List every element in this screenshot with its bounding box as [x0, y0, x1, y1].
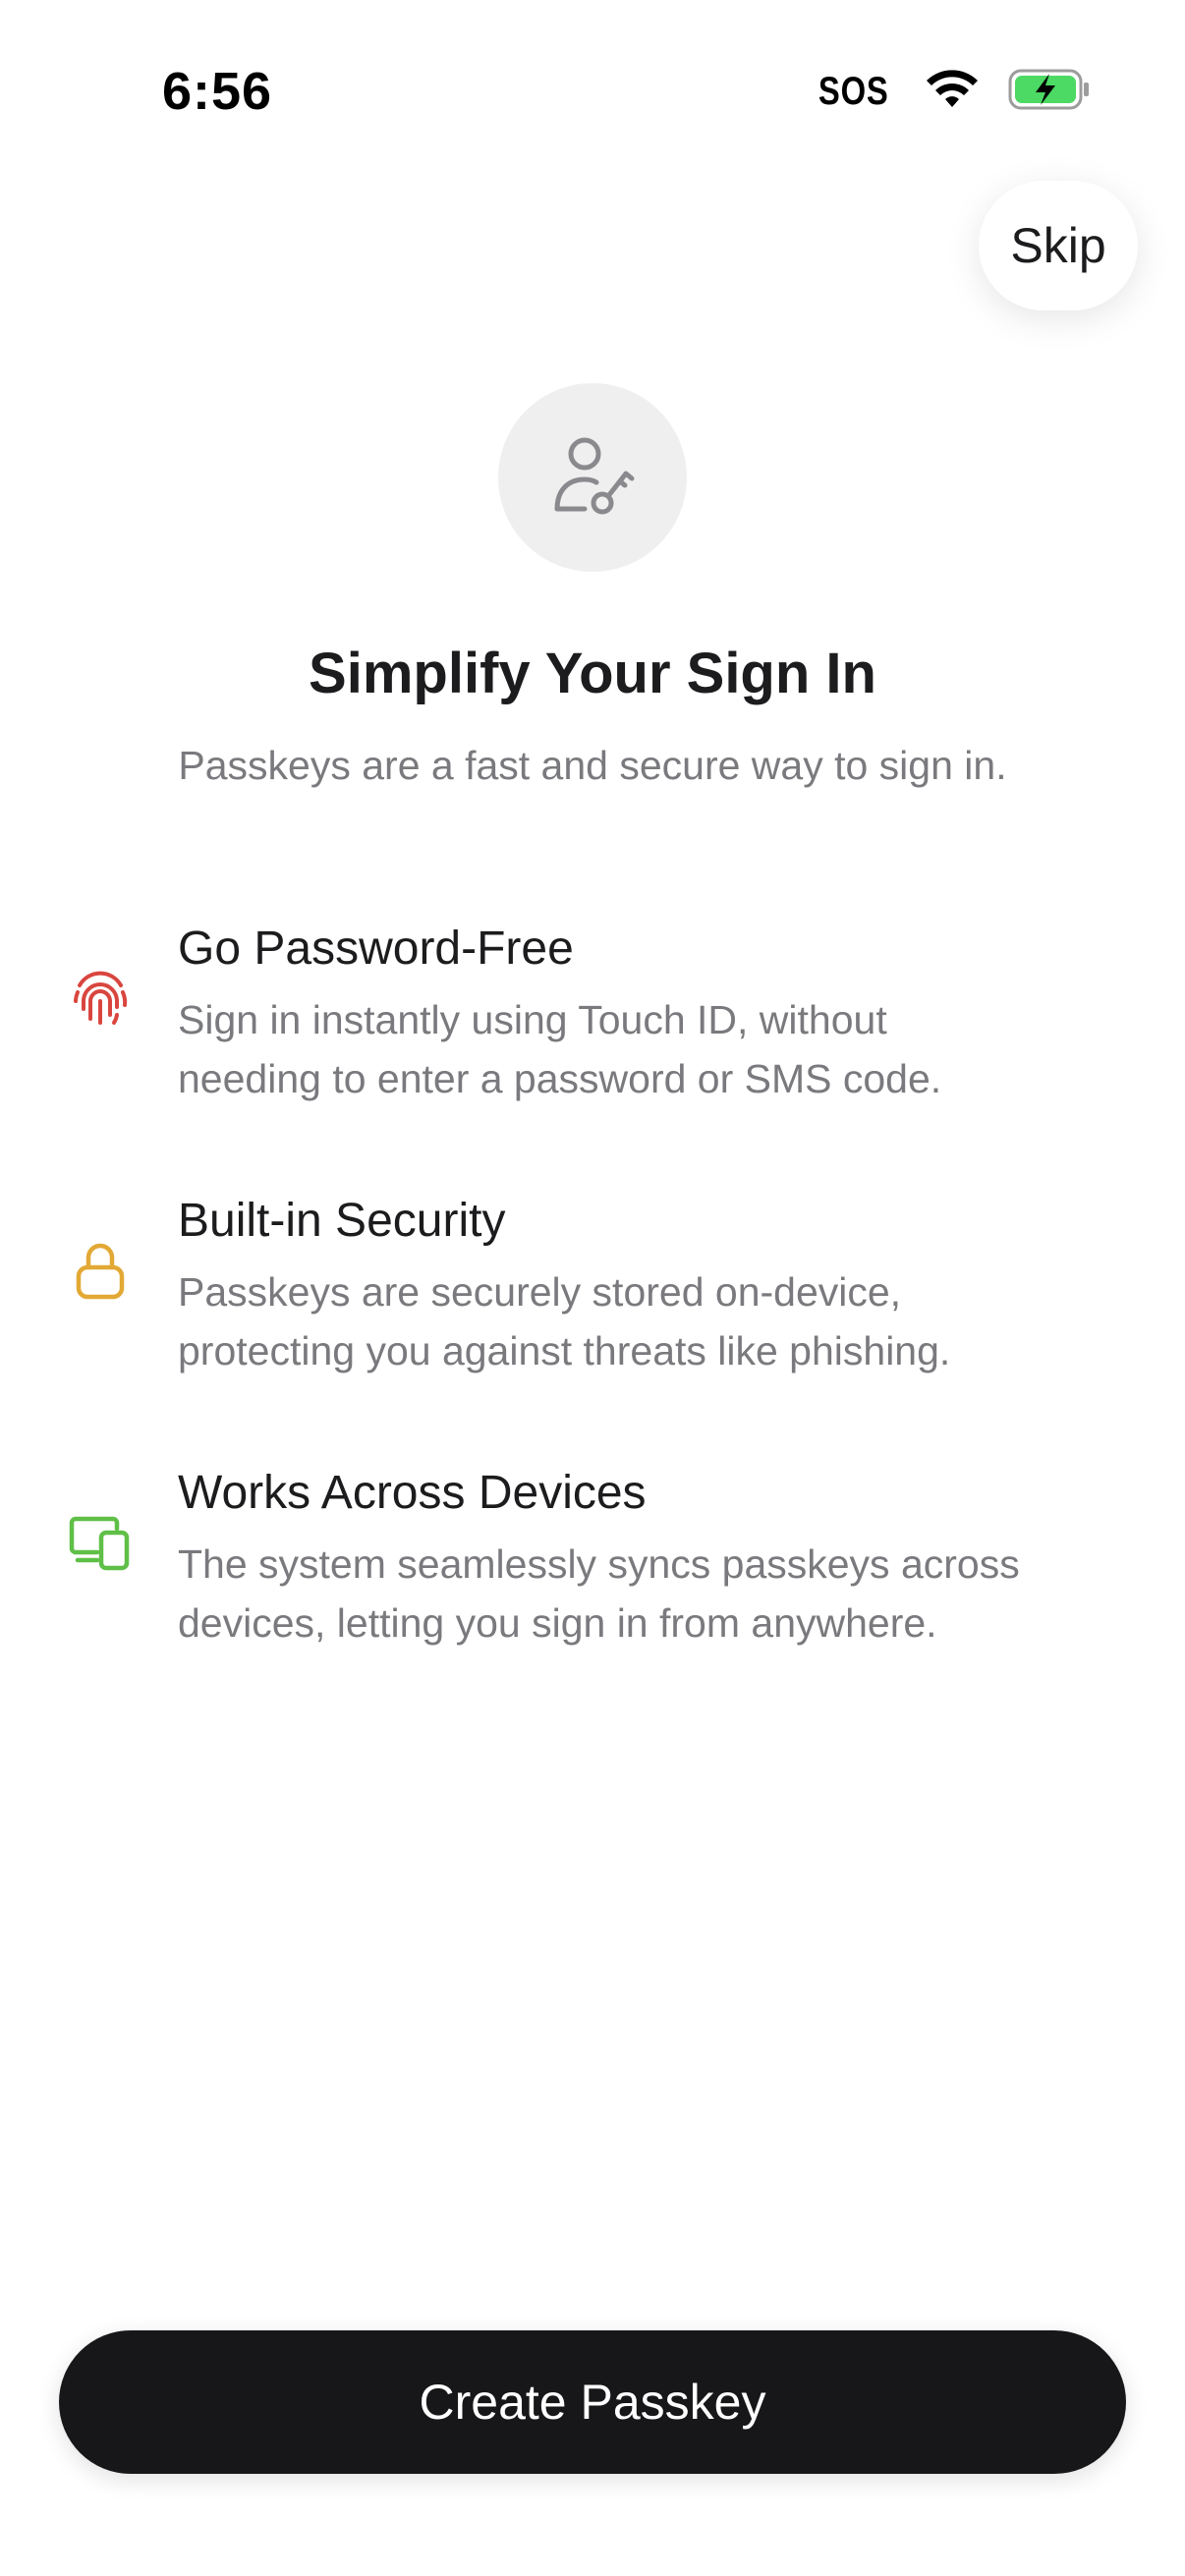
feature-title: Built-in Security [178, 1195, 506, 1247]
feature-description-line: Sign in instantly using Touch ID, withou… [178, 997, 887, 1042]
create-passkey-button[interactable]: Create Passkey [59, 2330, 1126, 2474]
page-subtitle: Passkeys are a fast and secure way to si… [178, 743, 1007, 788]
battery-charging-icon [1008, 69, 1091, 115]
feature-description-line: Passkeys are securely stored on-device, [178, 1269, 902, 1315]
feature-description: Passkeys are securely stored on-device, … [178, 1262, 1141, 1380]
feature-title: Go Password-Free [178, 923, 574, 975]
feature-title: Works Across Devices [178, 1467, 647, 1519]
status-time: 6:56 [162, 62, 273, 121]
person-key-icon [543, 426, 642, 530]
passkey-onboarding-screen: 6:56 SOS Skip Simplify Your Sign In Pass… [0, 0, 1185, 2576]
page-title: Simplify Your Sign In [309, 642, 876, 705]
feature-description-line: needing to enter a password or SMS code. [178, 1056, 942, 1101]
feature-description-line: devices, letting you sign in from anywhe… [178, 1600, 937, 1646]
skip-button[interactable]: Skip [979, 181, 1138, 310]
feature-description-line: The system seamlessly syncs passkeys acr… [178, 1541, 1020, 1587]
status-right: SOS [811, 69, 1091, 115]
feature-description: The system seamlessly syncs passkeys acr… [178, 1535, 1141, 1652]
feature-description: Sign in instantly using Touch ID, withou… [178, 990, 1141, 1108]
wifi-icon [926, 70, 979, 114]
feature-description-line: protecting you against threats like phis… [178, 1328, 951, 1373]
carrier-sos-label: SOS [818, 70, 889, 113]
devices-icon [65, 1507, 136, 1578]
lock-icon [65, 1235, 136, 1306]
hero-icon-circle [498, 383, 687, 572]
fingerprint-icon [65, 963, 136, 1034]
